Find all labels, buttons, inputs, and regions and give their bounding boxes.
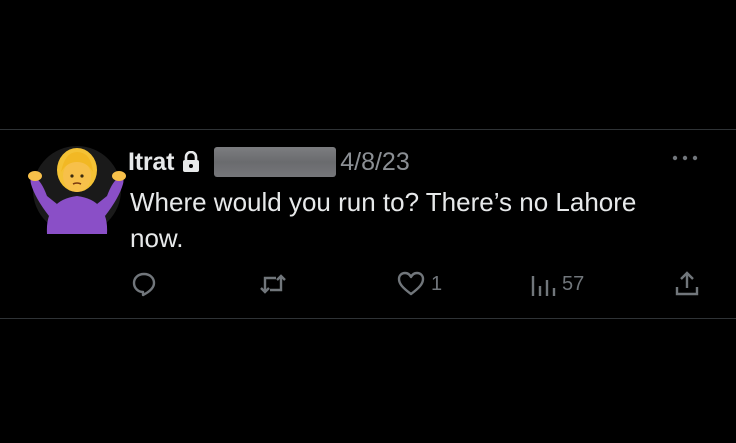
- retweet-button[interactable]: [258, 270, 288, 298]
- tweet-text: Where would you run to? There’s no Lahor…: [130, 187, 637, 253]
- more-options-icon: [672, 155, 698, 161]
- redacted-handle: [214, 147, 337, 177]
- views-button[interactable]: 57: [530, 270, 584, 298]
- bottom-divider: [0, 318, 736, 319]
- tweet-header: Itrat 4/8/23: [128, 146, 410, 178]
- tweet-date[interactable]: 4/8/23: [340, 148, 410, 177]
- views-icon: [531, 276, 556, 296]
- author-name[interactable]: Itrat: [128, 148, 174, 177]
- avatar[interactable]: [27, 138, 127, 238]
- lock-icon: [182, 150, 200, 173]
- share-button[interactable]: [673, 270, 701, 298]
- woman-shrugging-emoji-icon: [28, 146, 126, 234]
- reply-button[interactable]: [130, 270, 158, 298]
- tweet-actions: 1 57: [0, 270, 736, 300]
- more-options-button[interactable]: [670, 150, 700, 166]
- view-count: 57: [562, 272, 585, 295]
- reply-icon: [132, 272, 156, 297]
- tweet[interactable]: Itrat 4/8/23 Where would you run to? The…: [0, 130, 736, 318]
- like-button[interactable]: 1: [397, 270, 442, 298]
- share-icon: [675, 271, 699, 296]
- retweet-icon: [260, 274, 286, 294]
- heart-icon: [397, 271, 425, 296]
- like-count: 1: [431, 272, 443, 295]
